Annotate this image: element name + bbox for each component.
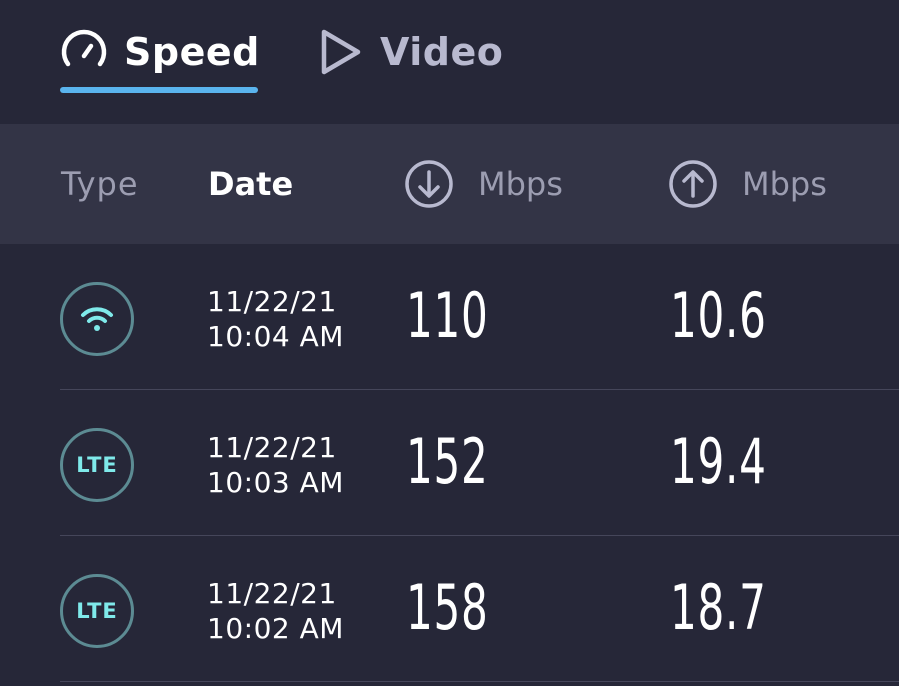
- tab-video[interactable]: Video: [318, 26, 503, 78]
- result-row[interactable]: 11/22/21 10:04 AM 110 10.6: [0, 244, 899, 390]
- upload-arrow-icon: [669, 160, 717, 208]
- column-type-label: Type: [61, 165, 139, 203]
- tab-speed-label: Speed: [124, 30, 260, 74]
- column-date-label: Date: [208, 165, 294, 203]
- download-value: 158: [406, 571, 489, 644]
- result-date: 11/22/21: [207, 431, 337, 464]
- active-tab-indicator: [60, 87, 258, 93]
- play-icon: [321, 29, 361, 75]
- column-download[interactable]: Mbps: [404, 124, 563, 244]
- column-date[interactable]: Date: [208, 124, 293, 244]
- result-datetime: 11/22/21 10:02 AM: [207, 576, 344, 646]
- wifi-type-badge: [60, 282, 134, 356]
- tab-speed[interactable]: Speed: [60, 26, 260, 78]
- download-value: 110: [406, 279, 489, 352]
- column-type[interactable]: Type: [61, 124, 139, 244]
- result-date: 11/22/21: [207, 285, 337, 318]
- upload-value: 10.6: [670, 279, 767, 352]
- tab-video-label: Video: [380, 30, 504, 74]
- row-divider: [60, 681, 899, 682]
- wifi-icon: [81, 307, 113, 331]
- lte-type-badge: LTE: [60, 428, 134, 502]
- download-arrow-icon: [405, 160, 453, 208]
- upload-value: 18.7: [670, 571, 767, 644]
- lte-label: LTE: [76, 599, 118, 623]
- lte-label: LTE: [76, 453, 118, 477]
- column-upload[interactable]: Mbps: [668, 124, 827, 244]
- upload-value: 19.4: [670, 425, 767, 498]
- result-time: 10:02 AM: [207, 612, 344, 645]
- result-time: 10:03 AM: [207, 466, 344, 499]
- result-row[interactable]: LTE 11/22/21 10:03 AM 152 19.4: [0, 390, 899, 536]
- lte-type-badge: LTE: [60, 574, 134, 648]
- result-time: 10:04 AM: [207, 320, 344, 353]
- column-upload-label: Mbps: [742, 165, 827, 203]
- result-date: 11/22/21: [207, 577, 337, 610]
- speedometer-icon: [61, 29, 107, 67]
- column-header: Type Date Mbps Mbps: [0, 124, 899, 244]
- result-row[interactable]: LTE 11/22/21 10:02 AM 158 18.7: [0, 536, 899, 682]
- result-datetime: 11/22/21 10:04 AM: [207, 284, 344, 354]
- download-value: 152: [406, 425, 489, 498]
- result-datetime: 11/22/21 10:03 AM: [207, 430, 344, 500]
- column-download-label: Mbps: [478, 165, 563, 203]
- results-list: 11/22/21 10:04 AM 110 10.6 LTE 11/22/21 …: [0, 244, 899, 682]
- tab-bar: Speed Video: [0, 0, 899, 124]
